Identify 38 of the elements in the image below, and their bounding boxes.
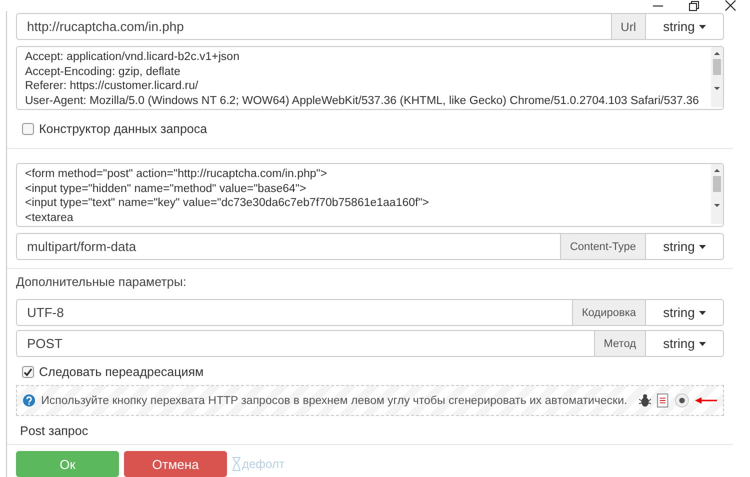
checkbox-label: Конструктор данных запроса: [39, 122, 208, 136]
arrow-icon: [694, 397, 717, 404]
text-input[interactable]: http://rucaptcha.com/in.php: [16, 13, 611, 40]
checkbox[interactable]: [22, 123, 34, 135]
bug-icon[interactable]: [639, 393, 652, 408]
field-label: Url: [610, 13, 646, 40]
scrollbar[interactable]: [711, 47, 723, 107]
request-name: Post запрос: [20, 424, 90, 438]
textarea-text: Accept: application/vnd.licard-b2c.v1+json Accept-Encoding: gzip, deflate Referer: https://customer.licard.ru/ User-Agent: Mozilla/5.0 (Windows NT 6.2; WOW64) AppleWebKit/537.36 (KHTML, like Gecko) Chrome/51.0.2704.103 Safari/537.36: [24, 50, 700, 108]
textarea-text: <form method="post" action="http://rucaptcha.com/in.php"> <input type="hidden" name="method" value="base64"> <input type="text" name="key" value="dc73e30da6c7eb7f70b75861e1aa160f"> <textarea: [24, 167, 430, 226]
caret-icon: [698, 244, 706, 248]
field-label: Кодировка: [572, 299, 646, 326]
caret-icon: [698, 342, 706, 346]
checkbox[interactable]: [22, 366, 34, 378]
type-dropdown[interactable]: string: [646, 330, 724, 357]
field-label: Content-Type: [560, 233, 646, 260]
field-label: Метод: [594, 330, 646, 357]
type-dropdown[interactable]: string: [646, 13, 724, 40]
hourglass-icon: [232, 457, 241, 471]
section-title: Дополнительные параметры:: [16, 275, 188, 289]
record-button-icon[interactable]: [674, 393, 689, 408]
checkbox-label: Следовать переадресациям: [39, 365, 204, 379]
text-input[interactable]: UTF-8: [16, 299, 572, 326]
scrollbar[interactable]: [711, 164, 723, 224]
text-input[interactable]: POST: [16, 330, 594, 357]
restore-icon[interactable]: [689, 0, 699, 10]
close-icon[interactable]: [725, 0, 736, 11]
caret-icon: [698, 24, 706, 28]
cancel-button[interactable]: Отмена: [124, 451, 227, 477]
text-input[interactable]: multipart/form-data: [16, 233, 560, 260]
minimize-icon[interactable]: [653, 4, 663, 6]
type-dropdown[interactable]: string: [646, 299, 724, 326]
document-icon[interactable]: [657, 393, 669, 408]
caret-icon: [698, 310, 706, 314]
help-icon: [23, 394, 36, 407]
body-textarea[interactable]: <form method="post" action="http://rucaptcha.com/in.php"> <input type="hidden" name="method" value="base64"> <input type="text" name="key" value="dc73e30da6c7eb7f70b75861e1aa160f"> <textarea: [16, 163, 724, 227]
hint-text: Используйте кнопку перехвата HTTP запросов в врехнем левом углу чтобы сгенерировать их автоматически.: [41, 394, 628, 406]
type-dropdown[interactable]: string: [646, 233, 724, 260]
